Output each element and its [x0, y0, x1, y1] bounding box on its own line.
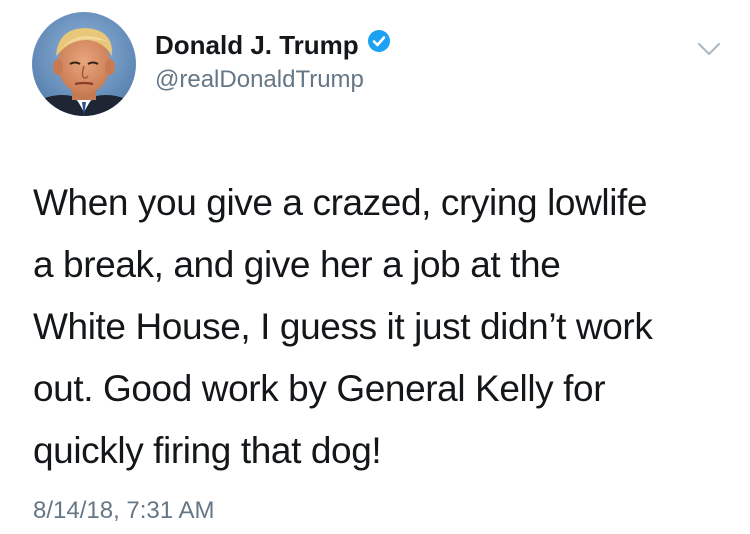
author-name-row[interactable]: Donald J. Trump — [155, 29, 391, 63]
avatar[interactable] — [32, 12, 136, 116]
tweet-text: When you give a crazed, crying lowlife a… — [33, 172, 733, 482]
tweet-text-line: a break, and give her a job at the — [33, 244, 561, 285]
tweet-text-line: out. Good work by General Kelly for — [33, 368, 606, 409]
chevron-down-icon[interactable] — [696, 36, 722, 62]
tweet-text-line: When you give a crazed, crying lowlife — [33, 182, 648, 223]
verified-badge-icon — [367, 29, 391, 60]
tweet-timestamp[interactable]: 8/14/18, 7:31 AM — [33, 497, 214, 525]
tweet-text-line: quickly firing that dog! — [33, 430, 382, 471]
avatar-image — [32, 12, 136, 116]
tweet-text-line: White House, I guess it just didn’t work — [33, 306, 653, 347]
author-handle[interactable]: @realDonaldTrump — [155, 66, 364, 94]
tweet-card: Donald J. Trump @realDonaldTrump When yo… — [0, 0, 750, 534]
display-name[interactable]: Donald J. Trump — [155, 30, 359, 60]
